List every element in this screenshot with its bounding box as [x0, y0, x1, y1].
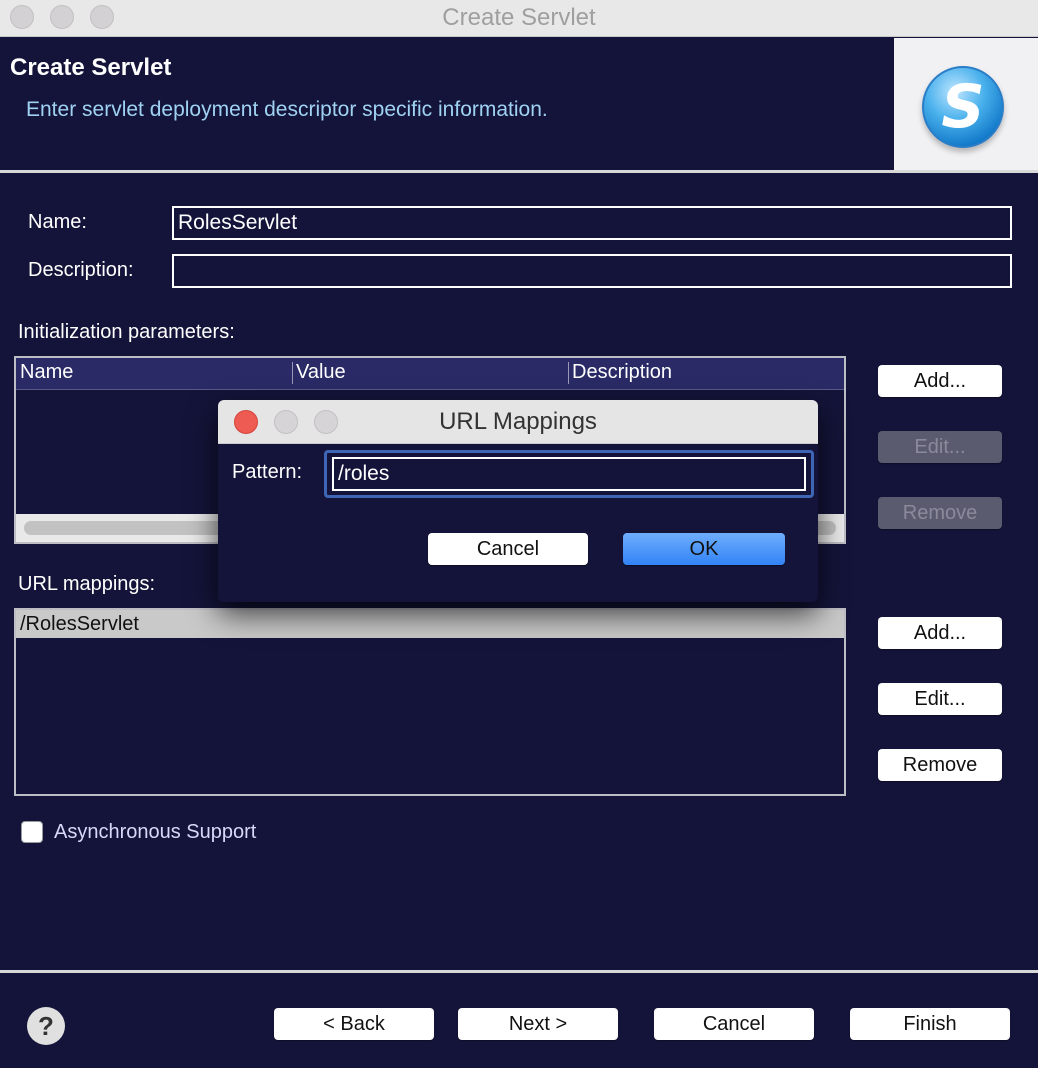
url-mappings-add-button[interactable]: Add... — [878, 617, 1002, 649]
init-params-remove-button[interactable]: Remove — [878, 497, 1002, 529]
list-item[interactable]: /RolesServlet — [16, 610, 844, 638]
dialog-cancel-button[interactable]: Cancel — [428, 533, 588, 565]
logo-letter: S — [941, 72, 985, 142]
description-field[interactable] — [172, 254, 1012, 288]
dialog-titlebar: URL Mappings — [218, 400, 818, 444]
page-title: Create Servlet — [10, 54, 172, 81]
wizard-logo: S — [894, 38, 1038, 170]
servlet-logo-icon: S — [922, 66, 1004, 148]
help-icon[interactable]: ? — [27, 1007, 65, 1045]
url-mappings-label: URL mappings: — [18, 573, 156, 595]
wizard-header: Create Servlet Enter servlet deployment … — [0, 38, 1038, 170]
column-divider[interactable] — [568, 362, 569, 384]
footer-divider — [0, 970, 1038, 973]
header-divider — [0, 170, 1038, 173]
column-header-name[interactable]: Name — [20, 361, 73, 384]
column-header-description[interactable]: Description — [572, 361, 672, 384]
table-header: Name Value Description — [16, 358, 844, 390]
description-label: Description: — [28, 259, 134, 281]
async-support-checkbox[interactable] — [21, 821, 43, 843]
column-divider[interactable] — [292, 362, 293, 384]
dialog-ok-button[interactable]: OK — [623, 533, 785, 565]
init-params-add-button[interactable]: Add... — [878, 365, 1002, 397]
finish-button[interactable]: Finish — [850, 1008, 1010, 1040]
init-params-edit-button[interactable]: Edit... — [878, 431, 1002, 463]
name-label: Name: — [28, 211, 87, 233]
init-params-label: Initialization parameters: — [18, 321, 235, 343]
pattern-label: Pattern: — [232, 461, 303, 483]
window-titlebar: Create Servlet — [0, 0, 1038, 37]
dialog-title: URL Mappings — [439, 408, 597, 435]
url-mappings-dialog: URL Mappings Pattern: /roles Cancel OK — [218, 400, 818, 602]
async-support-label[interactable]: Asynchronous Support — [54, 821, 256, 844]
window-title: Create Servlet — [442, 4, 596, 31]
url-mappings-remove-button[interactable]: Remove — [878, 749, 1002, 781]
pattern-input[interactable]: /roles — [332, 457, 806, 491]
back-button[interactable]: < Back — [274, 1008, 434, 1040]
page-subtitle: Enter servlet deployment descriptor spec… — [26, 98, 548, 121]
name-field[interactable]: RolesServlet — [172, 206, 1012, 240]
next-button[interactable]: Next > — [458, 1008, 618, 1040]
url-mappings-edit-button[interactable]: Edit... — [878, 683, 1002, 715]
cancel-button[interactable]: Cancel — [654, 1008, 814, 1040]
url-mappings-list[interactable]: /RolesServlet — [14, 608, 846, 796]
column-header-value[interactable]: Value — [296, 361, 346, 384]
